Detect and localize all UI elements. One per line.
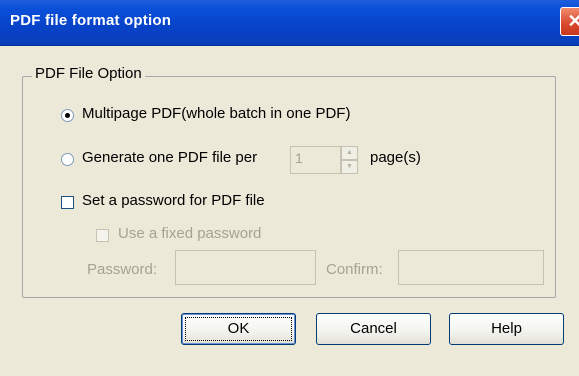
per-page-label[interactable]: Generate one PDF file per xyxy=(82,149,257,166)
pages-suffix-label: page(s) xyxy=(370,149,421,166)
close-button[interactable]: ✕ xyxy=(560,7,579,36)
spin-up-icon: ▲ xyxy=(346,149,353,156)
focus-rectangle xyxy=(185,317,292,341)
fixed-password-checkbox[interactable] xyxy=(96,229,109,242)
multipage-label[interactable]: Multipage PDF(whole batch in one PDF) xyxy=(82,105,350,122)
multipage-radio[interactable] xyxy=(61,109,74,122)
spin-down-button[interactable]: ▼ xyxy=(341,160,358,174)
cancel-button[interactable]: Cancel xyxy=(316,313,431,345)
window-title: PDF file format option xyxy=(10,12,172,29)
group-legend: PDF File Option xyxy=(32,65,145,82)
spin-up-button[interactable]: ▲ xyxy=(341,146,358,160)
set-password-label[interactable]: Set a password for PDF file xyxy=(82,192,265,209)
spin-down-icon: ▼ xyxy=(346,163,353,170)
close-icon: ✕ xyxy=(567,11,579,31)
password-field[interactable] xyxy=(175,250,316,285)
fixed-password-label[interactable]: Use a fixed password xyxy=(118,225,261,242)
help-button[interactable]: Help xyxy=(449,313,564,345)
password-label: Password: xyxy=(87,261,158,278)
confirm-field[interactable] xyxy=(398,250,544,285)
confirm-label: Confirm: xyxy=(326,261,383,278)
help-button-label: Help xyxy=(491,320,522,337)
title-bar: PDF file format option ✕ xyxy=(0,0,579,46)
set-password-checkbox[interactable] xyxy=(61,196,74,209)
cancel-button-label: Cancel xyxy=(350,320,397,337)
per-page-radio[interactable] xyxy=(61,153,74,166)
ok-button[interactable]: OK xyxy=(181,313,296,345)
pages-per-file-input[interactable]: 1 xyxy=(290,146,341,174)
